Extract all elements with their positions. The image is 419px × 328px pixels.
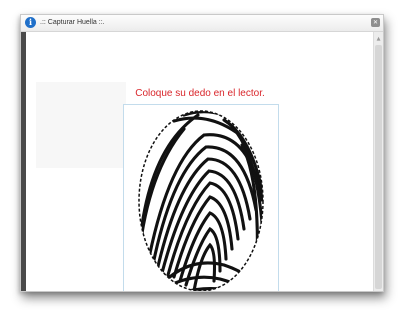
scroll-up-icon[interactable]: ▲: [374, 35, 383, 43]
instruction-text: Coloque su dedo en el lector.: [135, 88, 265, 99]
vertical-scrollbar[interactable]: ▲: [373, 32, 383, 291]
info-icon: i: [25, 17, 36, 28]
close-icon[interactable]: ✕: [371, 18, 380, 27]
window-titlebar[interactable]: i .:: Capturar Huella ::. ✕: [21, 15, 383, 32]
window-title: .:: Capturar Huella ::.: [40, 19, 105, 26]
window-content: Coloque su dedo en el lector.: [26, 32, 374, 291]
scrollbar-thumb[interactable]: [375, 45, 382, 289]
capture-fingerprint-window: i .:: Capturar Huella ::. ✕ Coloque su d…: [20, 14, 384, 292]
fingerprint-frame: [123, 104, 279, 291]
fingerprint-image: [138, 110, 264, 291]
